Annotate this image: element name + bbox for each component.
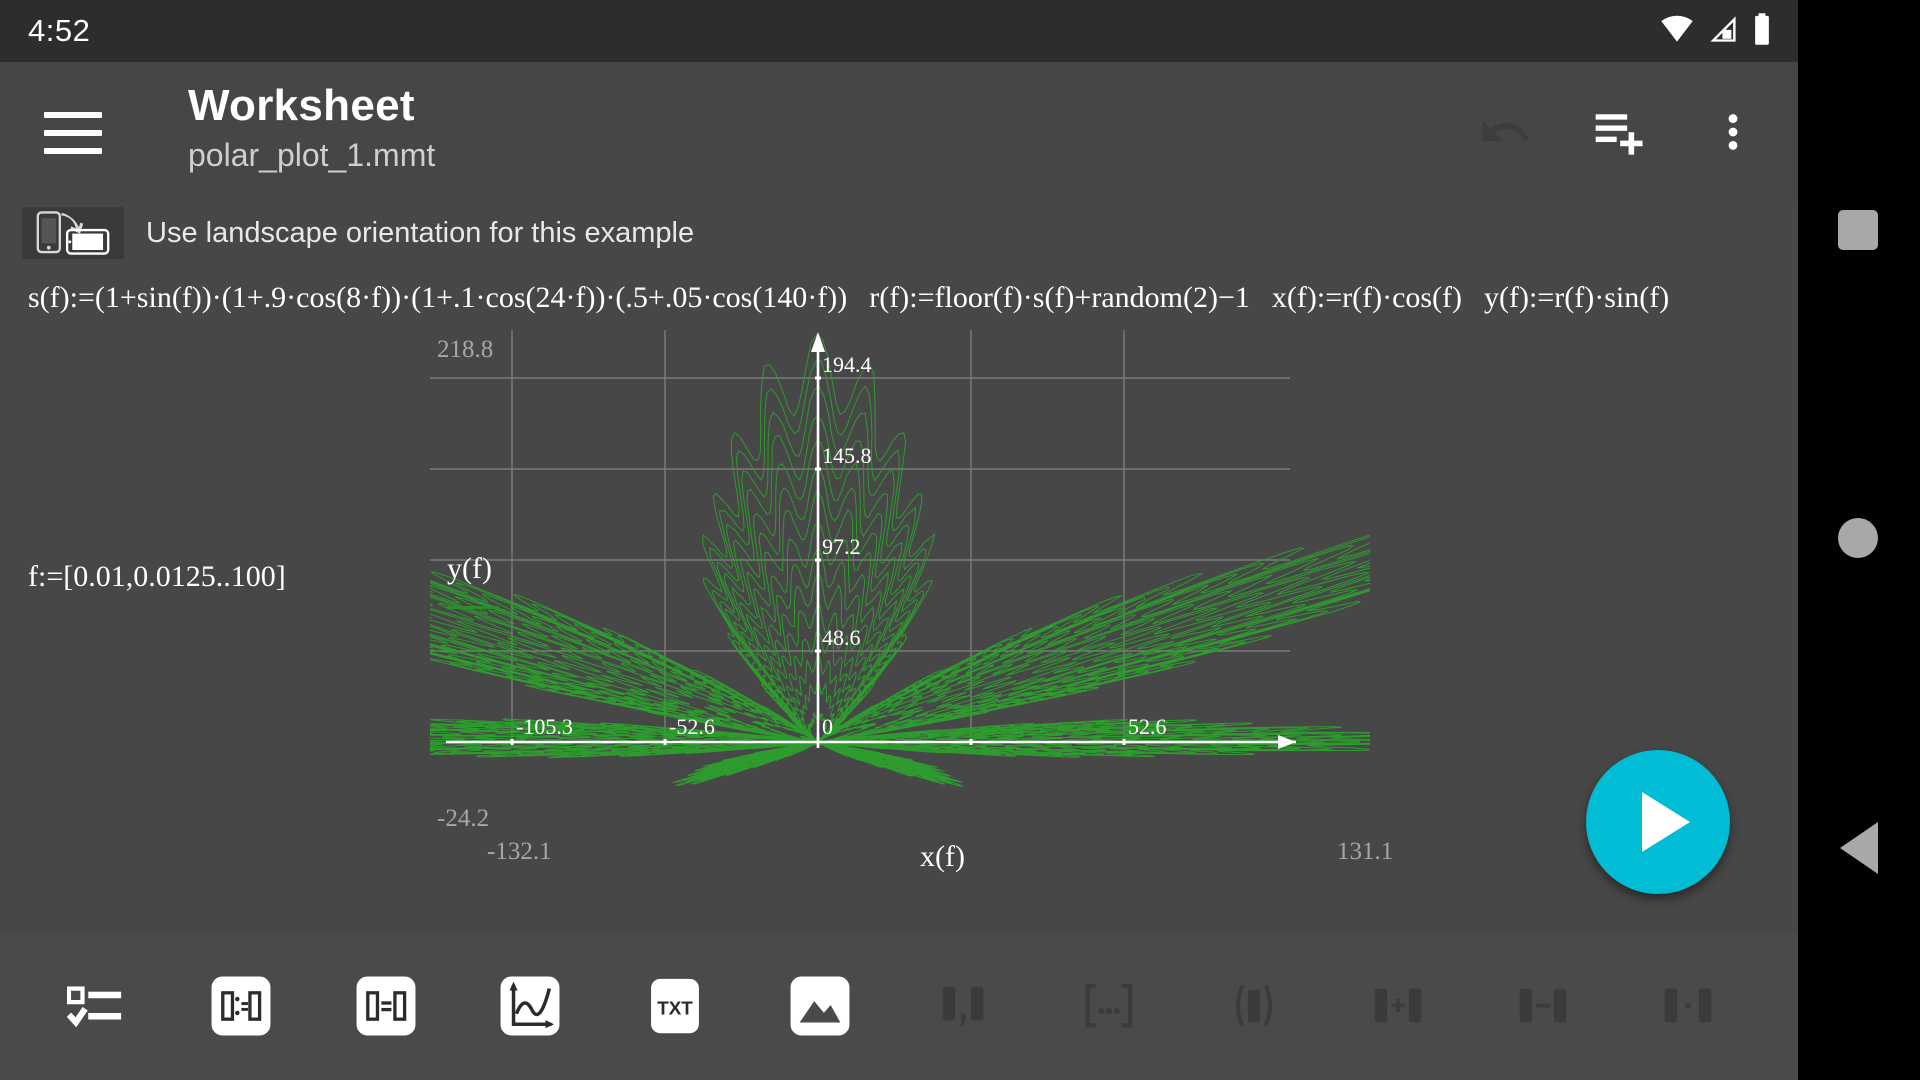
y-tick-label: 97.2: [822, 534, 861, 559]
x-axis-max-label: 131.1: [1337, 838, 1394, 865]
x-axis-min-label: -132.1: [487, 838, 552, 865]
tool-brackets: [1075, 970, 1144, 1042]
tool-checklist[interactable]: [62, 970, 131, 1042]
plot-tick-labels: -105.3 -52.6 0 52.6 48.6 97.2 145.8 194.…: [516, 352, 1167, 739]
tool-plot[interactable]: [496, 970, 565, 1042]
app-window: 4:52 Worksheet polar_plot_1.mmt Use land…: [0, 0, 1798, 1080]
x-tick-label: -52.6: [669, 714, 715, 739]
tool-minus: [1509, 970, 1578, 1042]
y-series-color-swatch: [447, 606, 499, 609]
tool-assign-result[interactable]: [207, 970, 276, 1042]
wifi-icon: [1660, 15, 1694, 48]
y-tick-label: 145.8: [822, 443, 872, 468]
run-button[interactable]: [1586, 750, 1730, 894]
formula-s[interactable]: s(f):=(1+sin(f))·(1+.9·cos(8·f))·(1+.1·c…: [28, 281, 847, 315]
nav-home-button[interactable]: [1838, 518, 1878, 558]
bottom-toolbar: TXT: [0, 932, 1798, 1080]
x-tick-label: 52.6: [1128, 714, 1167, 739]
tool-parentheses: [1219, 970, 1288, 1042]
x-tick-label: -105.3: [516, 714, 573, 739]
tool-text[interactable]: TXT: [641, 970, 710, 1042]
tool-image[interactable]: [785, 970, 854, 1042]
play-icon: [1642, 792, 1690, 852]
hint-text: Use landscape orientation for this examp…: [146, 216, 695, 249]
formula-row: s(f):=(1+sin(f))·(1+.9·cos(8·f))·(1+.1·c…: [0, 270, 1798, 326]
nav-back-button[interactable]: [1840, 822, 1878, 874]
hamburger-menu-icon[interactable]: [44, 112, 102, 154]
nav-recents-button[interactable]: [1838, 210, 1878, 250]
app-bar-titles: Worksheet polar_plot_1.mmt: [188, 78, 435, 175]
x-axis-title: x(f): [920, 840, 965, 873]
hint-row: Use landscape orientation for this examp…: [0, 202, 1798, 264]
status-bar: 4:52: [0, 0, 1798, 62]
page-title: Worksheet: [188, 81, 415, 130]
svg-text:TXT: TXT: [657, 998, 693, 1019]
cell-signal-icon: [1707, 15, 1739, 48]
undo-button[interactable]: [1476, 103, 1534, 161]
file-name-label: polar_plot_1.mmt: [188, 137, 436, 173]
y-axis-title: y(f): [447, 552, 499, 609]
tool-multiply: [1653, 970, 1722, 1042]
status-icon-group: [1660, 12, 1772, 50]
add-formula-button[interactable]: [1590, 103, 1648, 161]
y-axis-min-label: -24.2: [437, 805, 490, 832]
tool-plus: [1364, 970, 1433, 1042]
y-tick-label: 194.4: [822, 352, 872, 377]
status-clock: 4:52: [28, 13, 91, 48]
polar-plot[interactable]: -105.3 -52.6 0 52.6 48.6 97.2 145.8 194.…: [430, 330, 1370, 860]
formula-f-range[interactable]: f:=[0.01,0.0125..100]: [28, 560, 286, 594]
overflow-menu-button[interactable]: [1704, 103, 1762, 161]
app-bar: Worksheet polar_plot_1.mmt: [0, 62, 1798, 202]
y-axis-max-label: 218.8: [437, 336, 494, 363]
rotate-device-icon: [22, 207, 124, 259]
x-tick-label: 0: [822, 714, 833, 739]
system-navigation-bar: [1798, 0, 1920, 1080]
app-bar-action-group: [1476, 62, 1762, 202]
battery-icon: [1752, 12, 1772, 50]
formula-y[interactable]: y(f):=r(f)·sin(f): [1484, 281, 1669, 315]
tool-equation[interactable]: [351, 970, 420, 1042]
tool-comma: [930, 970, 999, 1042]
plot-canvas: -105.3 -52.6 0 52.6 48.6 97.2 145.8 194.…: [430, 330, 1370, 787]
y-tick-label: 48.6: [822, 625, 861, 650]
formula-r[interactable]: r(f):=floor(f)·s(f)+random(2)−1: [869, 281, 1250, 315]
formula-x[interactable]: x(f):=r(f)·cos(f): [1272, 281, 1462, 315]
screen: 4:52 Worksheet polar_plot_1.mmt Use land…: [0, 0, 1920, 1080]
y-axis-title-text: y(f): [447, 552, 492, 585]
